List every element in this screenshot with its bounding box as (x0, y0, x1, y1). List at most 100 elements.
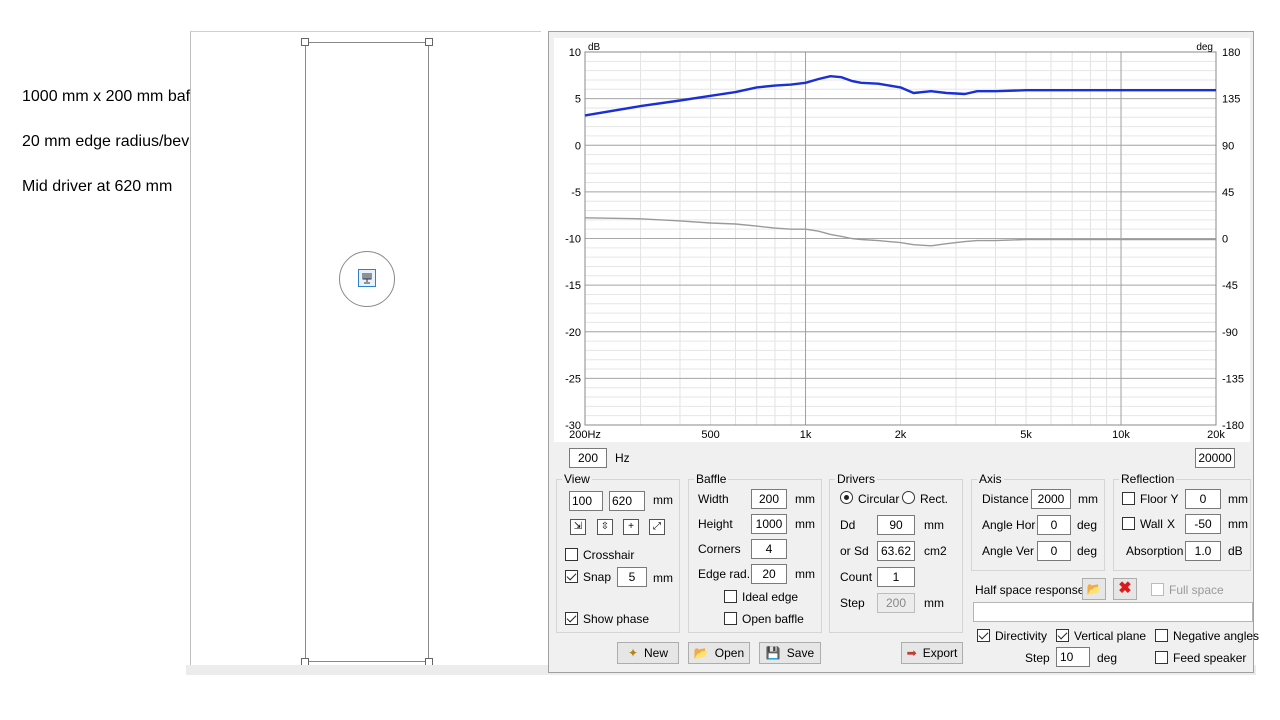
x-tick-label: 200Hz (569, 429, 601, 441)
edge-radius-unit: mm (795, 567, 815, 581)
y-right-tick-label: 135 (1222, 94, 1240, 106)
x-tick-label: 10k (1112, 429, 1130, 441)
baffle-outline[interactable] (305, 42, 429, 662)
response-chart[interactable]: 10 5 0 -5 -10 -15 -20 -25 -30 180 135 90 45 0 -45 -90 -1… (554, 38, 1250, 442)
wall-input[interactable]: -50 (1185, 514, 1221, 534)
x-tick-label: 500 (701, 429, 719, 441)
distance-unit: mm (1078, 492, 1098, 506)
rect-radio[interactable] (902, 491, 915, 504)
negative-angles-checkbox[interactable] (1155, 629, 1168, 642)
angle-ver-input[interactable]: 0 (1037, 541, 1071, 561)
rect-label: Rect. (920, 492, 949, 506)
wall-axis-label: X (1167, 517, 1176, 531)
sd-input[interactable]: 63.62 (877, 541, 915, 561)
export-button[interactable]: ➡ Export (901, 642, 963, 664)
open-baffle-checkbox[interactable] (724, 612, 737, 625)
zoom-in-icon[interactable]: + (623, 519, 639, 535)
zoom-fit-icon[interactable]: ⤢ (649, 519, 665, 535)
wall-label: Wall (1140, 517, 1163, 531)
corners-label: Corners (698, 542, 741, 556)
export-arrow-icon: ➡ (906, 646, 917, 660)
half-space-clear-button[interactable]: ✖ (1113, 578, 1137, 600)
open-button[interactable]: 📂 Open (688, 642, 750, 664)
angle-hor-input[interactable]: 0 (1037, 515, 1071, 535)
resize-handle-tr[interactable] (425, 38, 433, 46)
snap-input[interactable]: 5 (617, 567, 647, 587)
show-phase-checkbox[interactable] (565, 612, 578, 625)
vertical-plane-checkbox[interactable] (1056, 629, 1069, 642)
y-left-tick-label: -25 (565, 373, 581, 385)
crosshair-checkbox[interactable] (565, 548, 578, 561)
edge-radius-label: Edge rad. (698, 567, 751, 581)
y-right-tick-label: 90 (1222, 140, 1234, 152)
ideal-edge-checkbox[interactable] (724, 590, 737, 603)
y-right-tick-label: -45 (1222, 280, 1238, 292)
resize-handle-tl[interactable] (301, 38, 309, 46)
view-group-title: View (562, 472, 592, 486)
snap-checkbox[interactable] (565, 570, 578, 583)
drivers-group-title: Drivers (835, 472, 877, 486)
y-right-tick-label: 0 (1222, 234, 1228, 246)
x-tick-label: 5k (1020, 429, 1032, 441)
floor-input[interactable]: 0 (1185, 489, 1221, 509)
reflection-group-title: Reflection (1119, 472, 1177, 486)
half-space-open-button[interactable]: 📂 (1082, 578, 1106, 600)
dd-input[interactable]: 90 (877, 515, 915, 535)
height-label: Height (698, 517, 733, 531)
x-tick-label: 20k (1207, 429, 1225, 441)
y-left-tick-label: -20 (565, 327, 581, 339)
circular-radio[interactable] (840, 491, 853, 504)
floppy-disk-icon: 💾 (765, 646, 781, 660)
sd-unit: cm2 (924, 544, 947, 558)
directivity-checkbox[interactable] (977, 629, 990, 642)
snap-unit-label: mm (653, 571, 673, 585)
y-left-tick-label: -5 (571, 187, 581, 199)
height-input[interactable]: 1000 (751, 514, 787, 534)
count-input[interactable]: 1 (877, 567, 915, 587)
floor-checkbox[interactable] (1122, 492, 1135, 505)
baffle-group-title: Baffle (694, 472, 729, 486)
step-unit: mm (924, 596, 944, 610)
wall-checkbox[interactable] (1122, 517, 1135, 530)
driver-marker[interactable] (339, 251, 395, 307)
zoom-width-icon[interactable]: ⇲ (570, 519, 586, 535)
view-y-input[interactable]: 620 (609, 491, 645, 511)
floor-label: Floor Y (1140, 492, 1179, 506)
dd-label: Dd (840, 518, 856, 532)
feed-speaker-checkbox[interactable] (1155, 651, 1168, 664)
absorption-unit: dB (1228, 544, 1243, 558)
delete-icon: ✖ (1118, 580, 1132, 597)
directivity-step-input[interactable]: 10 (1056, 647, 1090, 667)
save-button[interactable]: 💾 Save (759, 642, 821, 664)
freq-max-input[interactable]: 20000 (1195, 448, 1235, 468)
step-input[interactable]: 200 (877, 593, 915, 613)
width-input[interactable]: 200 (751, 489, 787, 509)
note-driver-position: Mid driver at 620 mm (22, 178, 173, 195)
width-label: Width (698, 492, 729, 506)
new-button[interactable]: ✦ New (617, 642, 679, 664)
absorption-input[interactable]: 1.0 (1185, 541, 1221, 561)
directivity-step-label: Step (1025, 651, 1050, 665)
y-left-tick-label: 5 (575, 94, 581, 106)
y-right-tick-label: -180 (1222, 420, 1244, 432)
ideal-edge-label: Ideal edge (742, 590, 799, 604)
corners-input[interactable]: 4 (751, 539, 787, 559)
driver-icon (358, 269, 376, 287)
y-right-tick-label: 45 (1222, 187, 1234, 199)
height-unit: mm (795, 517, 815, 531)
width-unit: mm (795, 492, 815, 506)
distance-input[interactable]: 2000 (1031, 489, 1071, 509)
edge-radius-input[interactable]: 20 (751, 564, 787, 584)
distance-label: Distance (982, 492, 1029, 506)
freq-min-input[interactable]: 200 (569, 448, 607, 468)
zoom-height-icon[interactable]: ⇳ (597, 519, 613, 535)
feed-speaker-label: Feed speaker (1173, 651, 1247, 665)
view-x-input[interactable]: 100 (569, 491, 603, 511)
y-left-tick-label: -10 (565, 234, 581, 246)
half-space-file-field[interactable] (973, 602, 1253, 622)
absorption-label: Absorption (1126, 544, 1184, 558)
wall-unit: mm (1228, 517, 1248, 531)
view-unit-label: mm (653, 493, 673, 507)
full-space-checkbox[interactable] (1151, 583, 1164, 596)
x-tick-label: 1k (800, 429, 812, 441)
